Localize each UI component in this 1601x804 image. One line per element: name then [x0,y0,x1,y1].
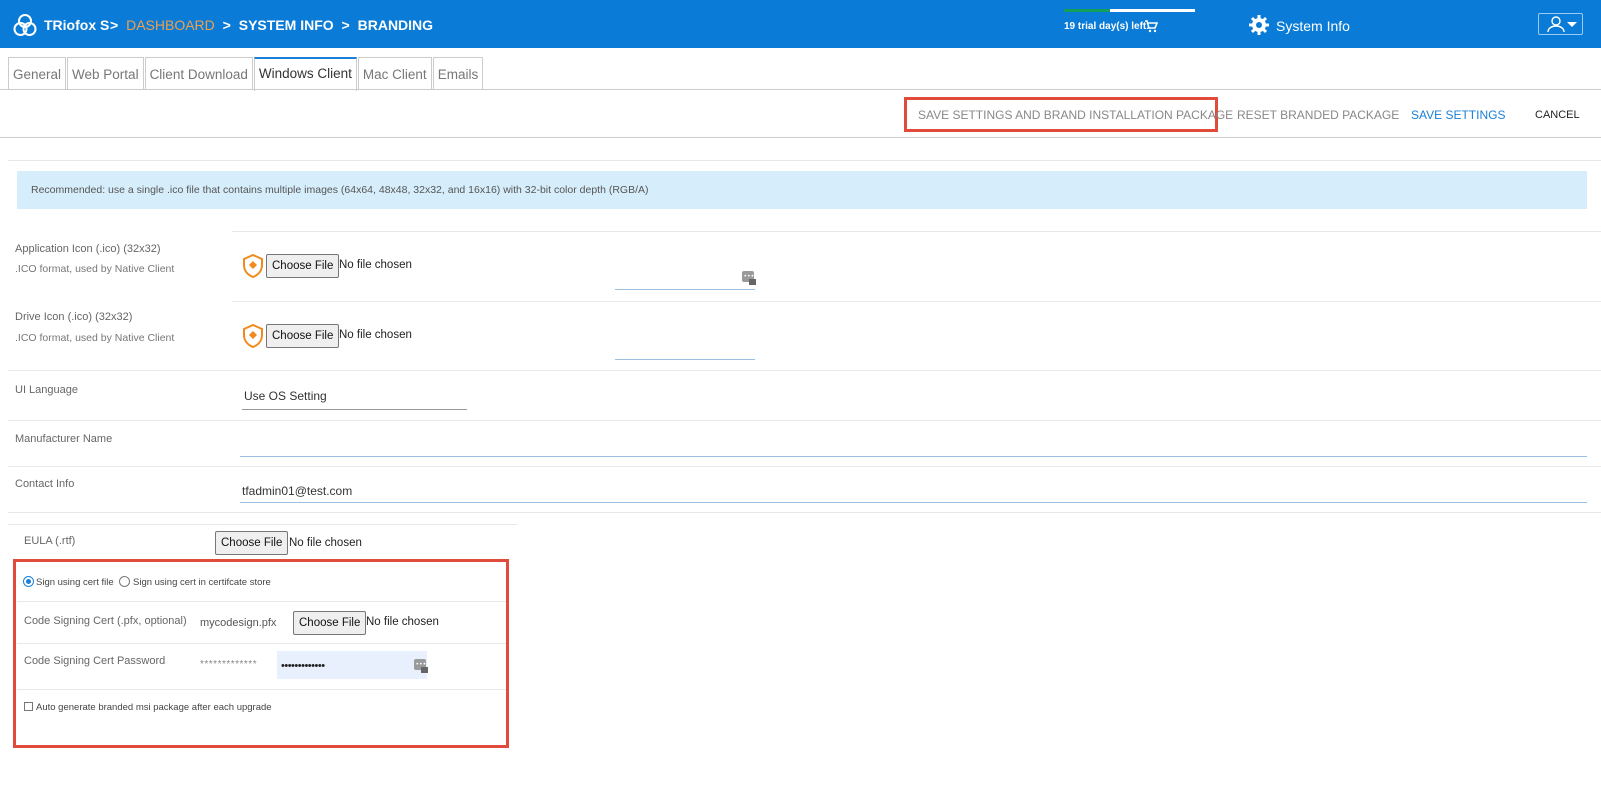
sign-cert-store-radio[interactable] [119,576,130,587]
divider [17,601,506,602]
divider [0,137,1601,138]
code-signing-password-masked: ************* [200,659,258,670]
divider [17,689,506,690]
sign-cert-file-radio[interactable] [23,576,34,587]
cart-icon[interactable] [1144,19,1158,33]
auto-generate-checkbox[interactable] [24,702,33,711]
divider [8,524,517,525]
app-icon-sublabel: .ICO format, used by Native Client [15,263,175,275]
info-banner: Recommended: use a single .ico file that… [17,171,1587,209]
divider [17,643,506,644]
ui-language-underline [242,409,467,410]
tab-windows-client[interactable]: Windows Client [253,57,357,91]
breadcrumb-separator: > [110,17,119,33]
contact-info-underline [240,502,1587,503]
divider [8,160,1601,161]
svg-text:•••: ••• [744,273,755,280]
manufacturer-name-underline [240,456,1587,457]
divider [232,301,1601,302]
auto-generate-label: Auto generate branded msi package after … [36,702,272,713]
tab-mac-client[interactable]: Mac Client [357,57,432,90]
system-info-link[interactable]: System Info [1276,18,1350,34]
breadcrumb: > DASHBOARD > SYSTEM INFO > BRANDING [110,17,437,33]
user-icon [1547,16,1565,32]
app-icon-choose-file-button[interactable]: Choose File [266,254,340,278]
divider [8,420,1601,421]
tab-general[interactable]: General [8,57,67,90]
reset-branded-package-button[interactable]: RESET BRANDED PACKAGE [1237,108,1399,122]
drive-icon-file-status: No file chosen [339,329,412,341]
contact-info-input[interactable]: tfadmin01@test.com [242,484,352,498]
divider [8,370,1601,371]
svg-text:•••: ••• [416,661,427,668]
code-signing-password-label: Code Signing Cert Password [24,655,166,667]
logo-icon[interactable] [12,12,38,38]
tab-emails[interactable]: Emails [432,57,484,90]
ui-language-select[interactable]: Use OS Setting [244,389,327,403]
divider [8,512,1601,513]
gear-icon[interactable] [1248,14,1270,36]
password-manager-icon[interactable]: ••• [742,271,756,285]
save-and-brand-button[interactable]: SAVE SETTINGS AND BRAND INSTALLATION PAC… [918,108,1233,122]
tab-client-download[interactable]: Client Download [144,57,253,90]
breadcrumb-system-info[interactable]: SYSTEM INFO [239,17,334,33]
eula-label: EULA (.rtf) [24,535,76,547]
contact-info-label: Contact Info [15,478,75,490]
manufacturer-name-label: Manufacturer Name [15,433,113,445]
shield-icon [243,254,263,278]
brand-name[interactable]: TRiofox S [44,17,109,33]
info-banner-text: Recommended: use a single .ico file that… [31,184,649,196]
drive-icon-input-underline [615,359,755,360]
code-signing-cert-choose-file-button[interactable]: Choose File [293,611,367,635]
code-signing-cert-file-status: No file chosen [366,616,439,628]
drive-icon-sublabel: .ICO format, used by Native Client [15,332,175,344]
eula-file-status: No file chosen [289,537,362,549]
breadcrumb-separator: > [222,17,231,33]
shield-icon [243,324,263,348]
breadcrumb-separator: > [341,17,350,33]
trial-progress-bar [1064,9,1195,12]
app-icon-label: Application Icon (.ico) (32x32) [15,243,161,255]
chevron-down-icon [1567,22,1577,27]
divider [232,231,1601,232]
app-icon-file-status: No file chosen [339,259,412,271]
trial-progress-fill [1064,9,1110,12]
drive-icon-choose-file-button[interactable]: Choose File [266,324,340,348]
code-signing-password-value: ••••••••••••• [281,660,325,672]
app-icon-input-underline [615,289,755,290]
divider [0,89,1601,90]
tab-web-portal[interactable]: Web Portal [67,57,144,90]
divider [8,466,1601,467]
password-manager-icon[interactable]: ••• [414,659,428,673]
code-signing-cert-filename: mycodesign.pfx [200,617,277,629]
drive-icon-label: Drive Icon (.ico) (32x32) [15,311,133,323]
code-signing-cert-label: Code Signing Cert (.pfx, optional) [24,615,187,627]
tab-bar: General Web Portal Client Download Windo… [8,57,484,91]
sign-cert-store-label: Sign using cert in certifcate store [133,577,271,588]
sign-cert-file-label: Sign using cert file [36,577,114,588]
breadcrumb-branding: BRANDING [357,17,434,33]
cancel-button[interactable]: CANCEL [1535,109,1580,121]
user-menu-button[interactable] [1538,13,1583,35]
top-bar: TRiofox S > DASHBOARD > SYSTEM INFO > BR… [0,0,1601,48]
ui-language-label: UI Language [15,384,78,396]
breadcrumb-dashboard[interactable]: DASHBOARD [126,17,215,33]
eula-choose-file-button[interactable]: Choose File [215,531,289,555]
trial-days-text: 19 trial day(s) left. [1064,21,1150,32]
save-settings-button[interactable]: SAVE SETTINGS [1411,108,1505,122]
